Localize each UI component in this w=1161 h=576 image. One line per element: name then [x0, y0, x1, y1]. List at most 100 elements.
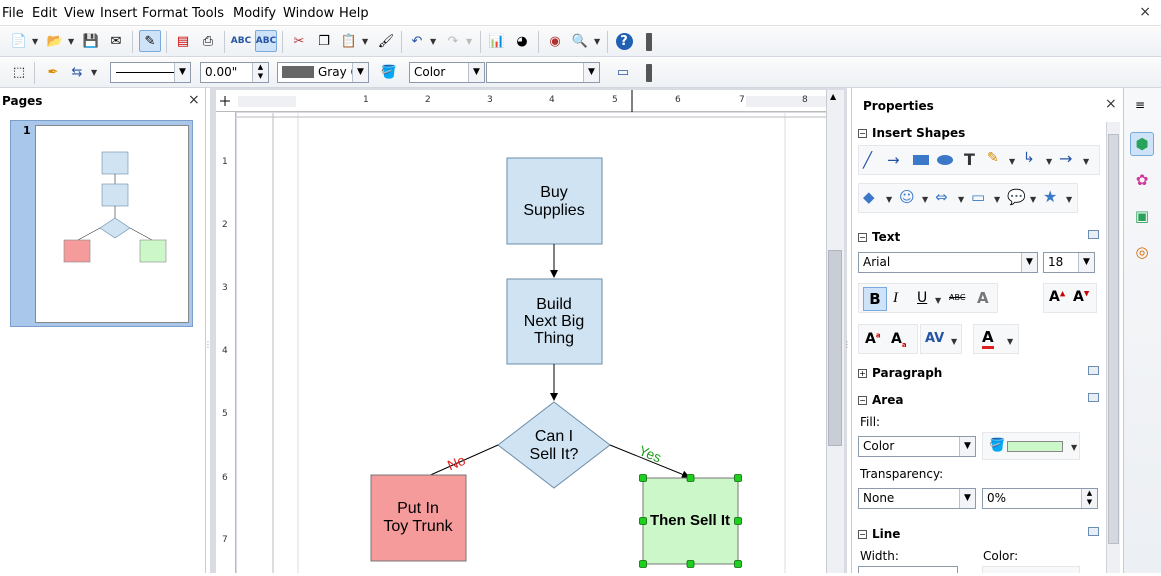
insert-shapes-section[interactable]: − Insert Shapes	[858, 126, 965, 140]
flowchart-shapes-icon[interactable]: ▭	[971, 188, 985, 206]
more-options-icon[interactable]	[1088, 393, 1099, 402]
chevron-down-icon[interactable]: ▼	[594, 37, 600, 46]
chevron-down-icon[interactable]: ▼	[958, 195, 964, 204]
redo-icon[interactable]: ↷	[442, 30, 464, 52]
chart-icon[interactable]: 📊	[486, 30, 508, 52]
resize-handle[interactable]	[734, 517, 742, 525]
more-options-icon[interactable]	[1088, 230, 1099, 239]
chevron-down-icon[interactable]: ▼	[994, 195, 1000, 204]
shadow-icon[interactable]: ▭	[612, 61, 634, 83]
new-document-icon[interactable]: 📄	[8, 30, 30, 52]
resize-handle[interactable]	[639, 517, 647, 525]
line-color-picker[interactable]	[982, 566, 1080, 573]
chevron-down-icon[interactable]: ▼	[1007, 337, 1013, 346]
expand-icon[interactable]: +	[858, 369, 867, 378]
chevron-down-icon[interactable]: ▼	[951, 337, 957, 346]
transparency-select[interactable]: None ▼	[858, 488, 976, 509]
area-section[interactable]: − Area	[858, 393, 903, 407]
then-sell-it-shape-selected[interactable]: Then Sell It	[639, 474, 742, 568]
menu-format[interactable]: Format	[142, 6, 188, 21]
properties-deck-icon[interactable]: ⬢	[1130, 132, 1154, 156]
open-folder-icon[interactable]: 📂	[44, 30, 66, 52]
chevron-down-icon[interactable]: ▼	[922, 195, 928, 204]
menu-help[interactable]: Help	[339, 6, 369, 21]
build-next-big-thing-shape[interactable]: Build Next Big Thing	[506, 278, 603, 365]
connector-tool-icon[interactable]: ↳	[1023, 150, 1035, 166]
lines-arrows-icon[interactable]: →	[1059, 149, 1072, 168]
styles-deck-icon[interactable]: ✿	[1130, 168, 1154, 192]
collapse-icon[interactable]: −	[858, 129, 867, 138]
chevron-down-icon[interactable]: ▼	[1030, 195, 1036, 204]
arrow-tool-icon[interactable]: →	[887, 151, 900, 169]
block-arrows-icon[interactable]: ⇔	[935, 188, 948, 206]
resize-handle[interactable]	[734, 560, 742, 568]
subscript-icon[interactable]: Aa	[891, 331, 907, 349]
save-icon[interactable]: 💾	[80, 30, 102, 52]
vertical-scrollbar[interactable]: ▲	[826, 90, 844, 573]
toolbar-grip-icon[interactable]	[646, 33, 652, 51]
cut-icon[interactable]: ✂	[288, 30, 310, 52]
decrease-font-icon[interactable]: A▼	[1073, 289, 1089, 305]
sidebar-scrollbar[interactable]	[1106, 122, 1120, 573]
bold-icon[interactable]: B	[863, 287, 887, 311]
panel-splitter-icon[interactable]: ⋮	[204, 340, 212, 370]
export-pdf-icon[interactable]: ▤	[172, 30, 194, 52]
text-tool-icon[interactable]: T	[964, 150, 975, 169]
resize-handle[interactable]	[734, 474, 742, 482]
basic-shapes-icon[interactable]: ◆	[863, 188, 875, 206]
undo-icon[interactable]: ↶	[406, 30, 428, 52]
paste-icon[interactable]: 📋	[338, 30, 360, 52]
strikethrough-icon[interactable]: ABC	[949, 293, 965, 302]
menu-edit[interactable]: Edit	[32, 6, 57, 21]
line-icon[interactable]: ✒	[42, 61, 64, 83]
clone-formatting-icon[interactable]: 🖌	[375, 30, 397, 52]
collapse-icon[interactable]: −	[858, 530, 867, 539]
line-style-select[interactable]: ▼	[110, 62, 191, 83]
font-size-select[interactable]: 18 ▼	[1043, 252, 1095, 273]
more-options-icon[interactable]	[1088, 366, 1099, 375]
resize-handle[interactable]	[639, 474, 647, 482]
chevron-down-icon[interactable]: ▼	[1066, 195, 1072, 204]
scroll-up-icon[interactable]: ▲	[830, 92, 836, 101]
text-section[interactable]: − Text	[858, 230, 900, 244]
help-icon[interactable]: ?	[613, 30, 635, 52]
symbol-shapes-icon[interactable]: ☺	[899, 188, 915, 206]
menu-file[interactable]: File	[2, 6, 24, 21]
print-icon[interactable]: ⎙	[197, 30, 219, 52]
gallery-icon[interactable]: ◕	[511, 30, 533, 52]
increase-font-icon[interactable]: A▲	[1049, 289, 1065, 305]
chevron-down-icon[interactable]: ▼	[91, 68, 97, 77]
area-style-select[interactable]: Color ▼	[409, 62, 485, 83]
spelling-icon[interactable]: ABC	[230, 30, 252, 52]
character-spacing-icon[interactable]: AV	[925, 331, 944, 346]
chevron-down-icon[interactable]: ▼	[1046, 157, 1052, 166]
menu-window[interactable]: Window	[283, 6, 334, 21]
resize-handle[interactable]	[686, 560, 695, 568]
fill-color-picker[interactable]: 🪣 ▼	[982, 432, 1080, 460]
ellipse-tool-icon[interactable]	[937, 155, 953, 165]
vertical-ruler[interactable]: 1 2 3 4 5 6 7	[216, 112, 236, 573]
line-width-field[interactable]: 0.00" ▲ ▼	[200, 62, 269, 83]
buy-supplies-shape[interactable]: Buy Supplies	[506, 157, 603, 245]
close-sidebar-icon[interactable]: ×	[1105, 96, 1117, 112]
chevron-down-icon[interactable]: ▼	[1009, 157, 1015, 166]
collapse-icon[interactable]: −	[858, 233, 867, 242]
stars-icon[interactable]: ★	[1043, 187, 1057, 206]
line-section[interactable]: − Line	[858, 527, 900, 541]
curve-tool-icon[interactable]: ✎	[987, 150, 999, 166]
scrollbar-thumb[interactable]	[828, 250, 842, 446]
area-fill-select[interactable]: ▼	[486, 62, 600, 83]
chevron-down-icon[interactable]: ▼	[32, 37, 38, 46]
menu-tools[interactable]: Tools	[192, 6, 224, 21]
italic-icon[interactable]: I	[893, 290, 898, 307]
menu-view[interactable]: View	[64, 6, 95, 21]
paragraph-section[interactable]: + Paragraph	[858, 366, 942, 380]
transparency-percent-field[interactable]: 0% ▲ ▼	[982, 488, 1098, 509]
can-i-sell-it-decision[interactable]: Can I Sell It?	[497, 401, 611, 489]
chevron-down-icon[interactable]: ▼	[430, 37, 436, 46]
rectangle-tool-icon[interactable]	[913, 155, 929, 165]
line-color-select[interactable]: Gray 6 ▼	[277, 62, 369, 83]
copy-icon[interactable]: ❐	[313, 30, 335, 52]
resize-handle[interactable]	[686, 474, 695, 482]
put-in-toy-trunk-shape[interactable]: Put In Toy Trunk	[370, 474, 467, 562]
